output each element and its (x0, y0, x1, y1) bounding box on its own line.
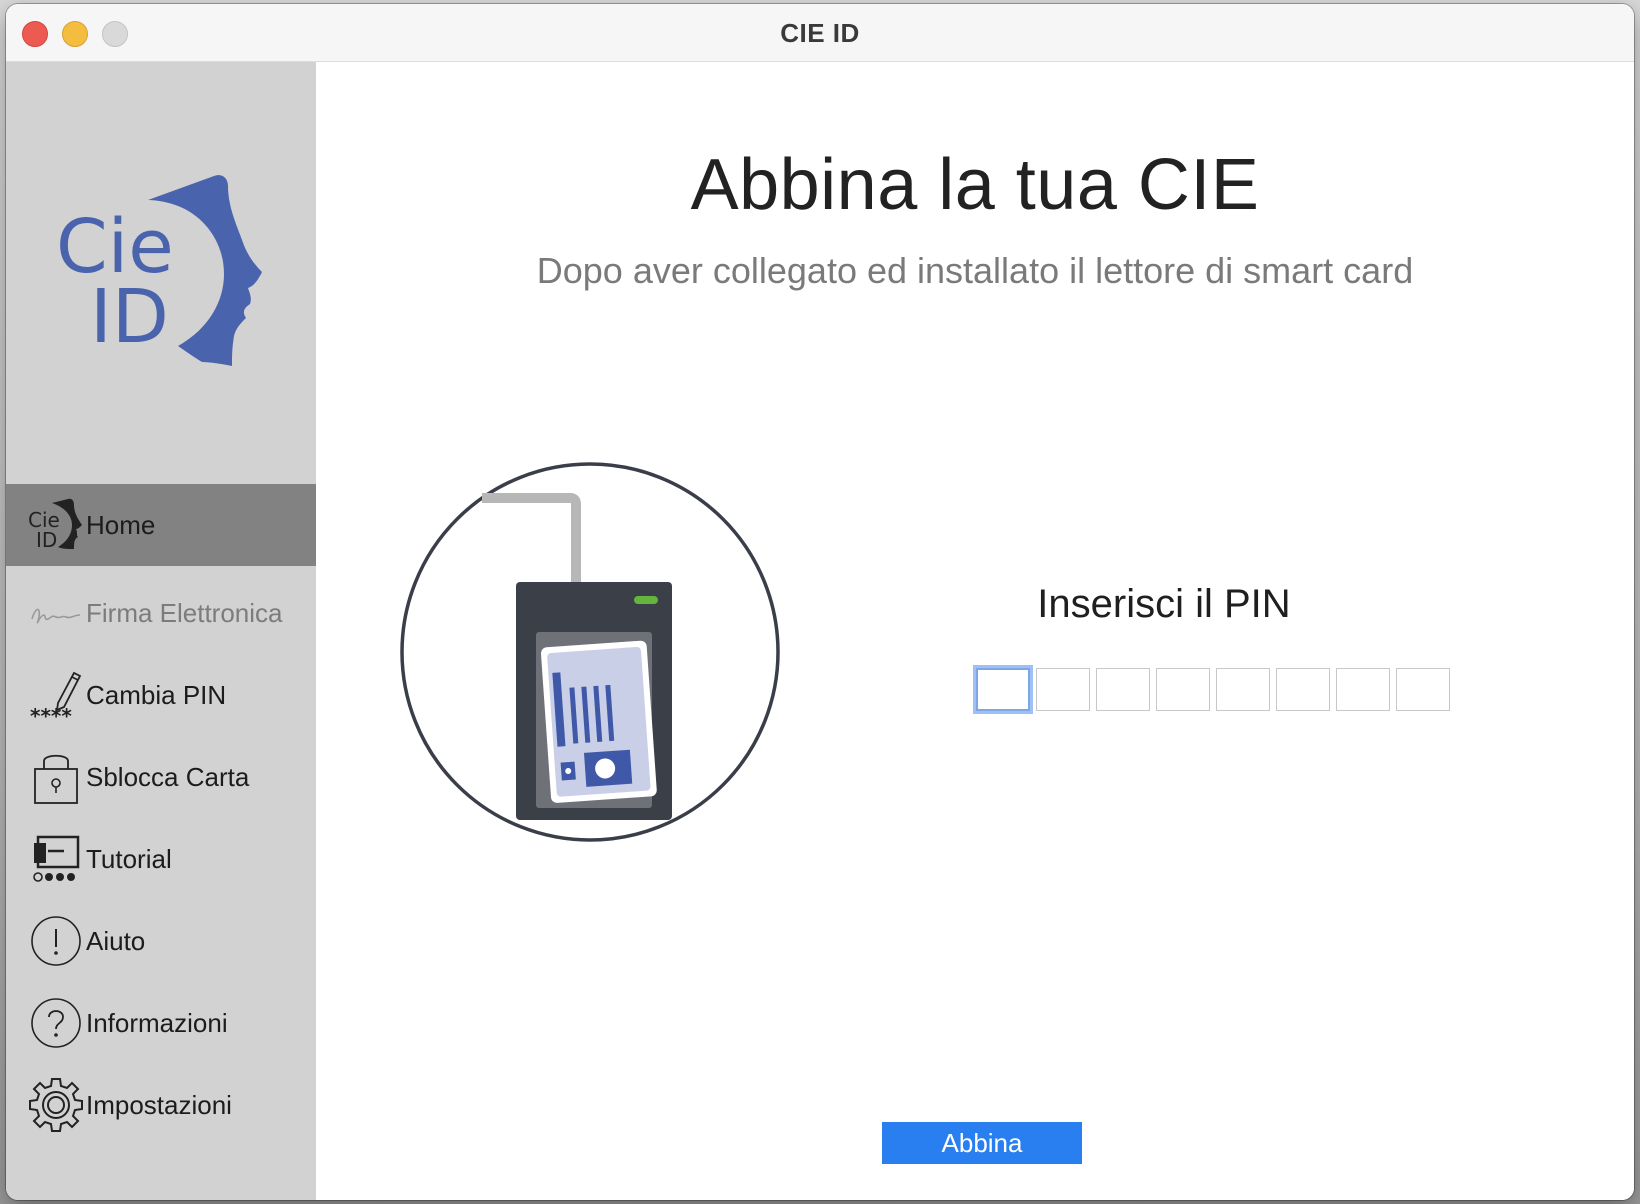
svg-text:ID: ID (36, 528, 57, 552)
sidebar-item-label: Aiuto (86, 925, 146, 956)
window-title: CIE ID (780, 18, 860, 48)
pencil-pin-icon: **** (28, 667, 84, 723)
sidebar-item-label: Tutorial (86, 843, 172, 874)
sidebar-item-informazioni[interactable]: Informazioni (6, 982, 316, 1064)
pin-digit-input[interactable] (1096, 668, 1150, 711)
pin-digit-input[interactable] (1396, 668, 1450, 711)
pin-label: Inserisci il PIN (1037, 582, 1291, 626)
padlock-icon (28, 749, 84, 805)
pin-input-group (976, 668, 1456, 711)
pin-digit-input[interactable] (1036, 668, 1090, 711)
sidebar-item-label: Informazioni (86, 1007, 228, 1038)
question-circle-icon (28, 995, 84, 1051)
sidebar: Cie ID Cie ID Home Firma Elettronica ***… (6, 62, 316, 1200)
cie-id-logo: Cie ID (56, 175, 262, 366)
sidebar-item-aiuto[interactable]: Aiuto (6, 900, 316, 982)
gear-icon (28, 1077, 84, 1133)
page-subtitle: Dopo aver collegato ed installato il let… (536, 250, 1414, 291)
pin-digit-input[interactable] (1276, 668, 1330, 711)
sidebar-item-label: Sblocca Carta (86, 761, 250, 792)
pin-digit-input[interactable] (1336, 668, 1390, 711)
pin-digit-input[interactable] (1156, 668, 1210, 711)
sidebar-item-label: Cambia PIN (86, 679, 227, 710)
sidebar-item-tutorial[interactable]: Tutorial (6, 818, 316, 900)
pin-digit-input[interactable] (1216, 668, 1270, 711)
main-content: Abbina la tua CIE Dopo aver collegato ed… (316, 62, 1634, 1200)
sidebar-item-label: Impostazioni (86, 1089, 232, 1120)
pin-digit-input[interactable] (976, 668, 1030, 711)
sidebar-item-home[interactable]: Cie ID Home (6, 484, 316, 566)
svg-text:****: **** (30, 704, 72, 723)
page-title: Abbina la tua CIE (690, 145, 1260, 225)
app-window: CIE ID Cie ID Cie ID Home Firma Elettron… (6, 4, 1634, 1200)
sidebar-item-sblocca-carta[interactable]: Sblocca Carta (6, 736, 316, 818)
card-reader-illustration (400, 462, 780, 842)
cie-id-icon: Cie ID (28, 497, 84, 553)
sidebar-item-impostazioni[interactable]: Impostazioni (6, 1064, 316, 1146)
title-bar: CIE ID (6, 4, 1634, 62)
sidebar-item-label: Firma Elettronica (86, 597, 283, 628)
signature-icon (28, 585, 84, 641)
abbina-button[interactable]: Abbina (882, 1122, 1082, 1164)
logo-text-id: ID (90, 274, 169, 360)
sidebar-item-label: Home (86, 509, 156, 540)
sidebar-item-firma-elettronica[interactable]: Firma Elettronica (6, 572, 316, 654)
sidebar-item-cambia-pin[interactable]: **** Cambia PIN (6, 654, 316, 736)
exclamation-circle-icon (28, 913, 84, 969)
presentation-icon (28, 831, 84, 887)
